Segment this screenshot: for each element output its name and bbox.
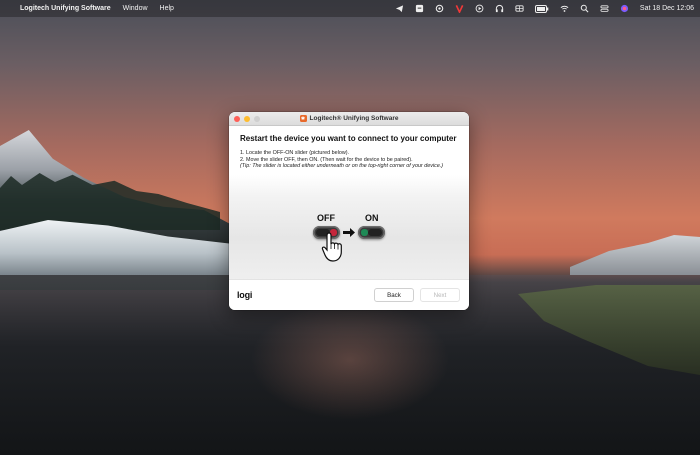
pointing-hand-icon — [321, 232, 342, 262]
on-label: ON — [365, 213, 379, 223]
wallpaper-mountain-right — [570, 235, 700, 275]
window-title: Logitech® Unifying Software — [309, 115, 399, 122]
at-icon[interactable] — [435, 4, 444, 13]
on-switch-graphic — [358, 226, 385, 239]
wallpaper-reflection — [250, 300, 450, 420]
archive-icon[interactable] — [415, 4, 424, 13]
headphones-icon[interactable] — [495, 4, 504, 13]
off-label: OFF — [317, 213, 335, 223]
search-icon[interactable] — [580, 4, 589, 13]
page-heading: Restart the device you want to connect t… — [240, 134, 457, 143]
vivaldi-icon[interactable] — [455, 4, 464, 13]
window-titlebar[interactable]: ✱ Logitech® Unifying Software — [229, 112, 469, 126]
siri-icon[interactable] — [620, 4, 629, 13]
clock[interactable]: Sat 18 Dec 12:06 — [640, 5, 694, 12]
instruction-tip: (Tip: The slider is located either under… — [240, 163, 444, 170]
grid-icon[interactable] — [515, 4, 524, 13]
wallpaper-trees — [0, 173, 220, 230]
menu-window[interactable]: Window — [123, 5, 148, 12]
unifying-window: ✱ Logitech® Unifying Software Restart th… — [229, 112, 469, 310]
window-footer: logi Back Next — [229, 279, 469, 310]
logi-logo: logi — [237, 290, 253, 300]
back-button[interactable]: Back — [374, 288, 414, 302]
control-center-icon[interactable] — [600, 4, 609, 13]
menu-bar: Logitech Unifying Software Window Help S… — [0, 0, 700, 17]
telegram-icon[interactable] — [395, 4, 404, 13]
wifi-icon[interactable] — [560, 4, 569, 13]
menu-help[interactable]: Help — [160, 5, 174, 12]
instruction-step-1: 1. Locate the OFF-ON slider (pictured be… — [240, 150, 350, 156]
play-icon[interactable] — [475, 4, 484, 13]
logitech-app-icon: ✱ — [299, 115, 307, 122]
slider-illustration: OFF ON — [229, 175, 469, 280]
next-button[interactable]: Next — [420, 288, 460, 302]
app-menu[interactable]: Logitech Unifying Software — [20, 5, 111, 12]
battery-icon[interactable] — [534, 4, 549, 13]
instruction-step-2: 2. Move the slider OFF, then ON. (Then w… — [240, 156, 413, 163]
